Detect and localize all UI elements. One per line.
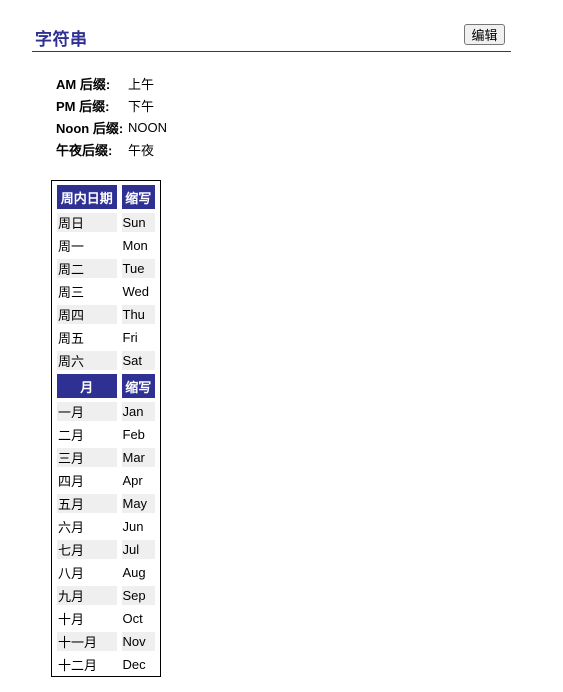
month-abbr: Jan bbox=[121, 398, 155, 421]
weekday-name: 周一 bbox=[57, 232, 117, 255]
suffix-row-midnight: 午夜后缀: 午夜 bbox=[56, 138, 167, 160]
suffix-label: PM 后缀: bbox=[56, 98, 110, 114]
month-abbr: Jul bbox=[121, 536, 155, 559]
table-row: 五月 May bbox=[57, 490, 155, 513]
table-row: 十一月 Nov bbox=[57, 628, 155, 651]
suffix-row-noon: Noon 后缀: NOON bbox=[56, 116, 167, 138]
suffix-value: 下午 bbox=[128, 98, 155, 114]
table-row: 周三 Wed bbox=[57, 278, 155, 301]
table-row: 九月 Sep bbox=[57, 582, 155, 605]
month-abbr: Sep bbox=[121, 582, 155, 605]
suffix-label: Noon 后缀: bbox=[56, 120, 124, 136]
month-abbr: Oct bbox=[121, 605, 155, 628]
weekday-name: 周三 bbox=[57, 278, 117, 301]
table-row: 十二月 Dec bbox=[57, 651, 155, 674]
month-name: 七月 bbox=[57, 536, 117, 559]
month-abbr: Aug bbox=[121, 559, 155, 582]
table-row: 六月 Jun bbox=[57, 513, 155, 536]
table-row: 周二 Tue bbox=[57, 255, 155, 278]
month-abbr: May bbox=[121, 490, 155, 513]
suffix-row-pm: PM 后缀: 下午 bbox=[56, 94, 167, 116]
weekday-column-header: 周内日期 bbox=[57, 185, 117, 209]
weekday-abbr: Tue bbox=[121, 255, 155, 278]
weekday-name: 周四 bbox=[57, 301, 117, 324]
month-abbr: Apr bbox=[121, 467, 155, 490]
suffix-label: AM 后缀: bbox=[56, 76, 111, 92]
weekday-abbr: Wed bbox=[121, 278, 155, 301]
table-row: 周六 Sat bbox=[57, 347, 155, 370]
table-row: 四月 Apr bbox=[57, 467, 155, 490]
table-row: 周五 Fri bbox=[57, 324, 155, 347]
month-name: 一月 bbox=[57, 398, 117, 421]
month-name: 五月 bbox=[57, 490, 117, 513]
month-abbr: Dec bbox=[121, 651, 155, 674]
weekday-abbr: Fri bbox=[121, 324, 155, 347]
table-row: 十月 Oct bbox=[57, 605, 155, 628]
abbr-column-header: 缩写 bbox=[121, 374, 155, 398]
day-month-names-table: 周内日期 缩写 周日 Sun 周一 Mon 周二 Tue 周三 Wed 周四 Thu 周五… bbox=[51, 180, 161, 677]
month-name: 十二月 bbox=[57, 651, 117, 674]
suffix-label: 午夜后缀: bbox=[56, 142, 113, 158]
suffix-value: NOON bbox=[128, 119, 167, 135]
table-row: 周日 Sun bbox=[57, 209, 155, 232]
month-column-header: 月 bbox=[57, 374, 117, 398]
month-abbr: Mar bbox=[121, 444, 155, 467]
section-title: 字符串 bbox=[35, 30, 88, 49]
suffix-properties: AM 后缀: 上午 PM 后缀: 下午 Noon 后缀: NOON 午夜后缀: … bbox=[56, 72, 167, 160]
month-name: 九月 bbox=[57, 582, 117, 605]
month-name: 十一月 bbox=[57, 628, 117, 651]
month-name: 三月 bbox=[57, 444, 117, 467]
weekday-header-row: 周内日期 缩写 bbox=[57, 185, 155, 209]
month-header-row: 月 缩写 bbox=[57, 374, 155, 398]
month-abbr: Jun bbox=[121, 513, 155, 536]
month-name: 八月 bbox=[57, 559, 117, 582]
month-abbr: Feb bbox=[121, 421, 155, 444]
abbr-column-header: 缩写 bbox=[121, 185, 155, 209]
table-row: 八月 Aug bbox=[57, 559, 155, 582]
weekday-name: 周五 bbox=[57, 324, 117, 347]
weekday-abbr: Mon bbox=[121, 232, 155, 255]
weekday-abbr: Sun bbox=[121, 209, 155, 232]
table-row: 三月 Mar bbox=[57, 444, 155, 467]
table-row: 一月 Jan bbox=[57, 398, 155, 421]
weekday-name: 周六 bbox=[57, 347, 117, 370]
month-name: 四月 bbox=[57, 467, 117, 490]
weekday-name: 周二 bbox=[57, 255, 117, 278]
weekday-name: 周日 bbox=[57, 209, 117, 232]
suffix-value: 午夜 bbox=[128, 142, 155, 158]
edit-button[interactable]: 编辑 bbox=[464, 24, 505, 45]
suffix-value: 上午 bbox=[128, 76, 155, 92]
table-row: 七月 Jul bbox=[57, 536, 155, 559]
month-abbr: Nov bbox=[121, 628, 155, 651]
weekday-abbr: Thu bbox=[121, 301, 155, 324]
section-header: 字符串 编辑 bbox=[32, 22, 511, 52]
table-row: 周四 Thu bbox=[57, 301, 155, 324]
month-name: 二月 bbox=[57, 421, 117, 444]
weekday-abbr: Sat bbox=[121, 347, 155, 370]
table-row: 周一 Mon bbox=[57, 232, 155, 255]
suffix-row-am: AM 后缀: 上午 bbox=[56, 72, 167, 94]
month-name: 十月 bbox=[57, 605, 117, 628]
month-name: 六月 bbox=[57, 513, 117, 536]
table-row: 二月 Feb bbox=[57, 421, 155, 444]
